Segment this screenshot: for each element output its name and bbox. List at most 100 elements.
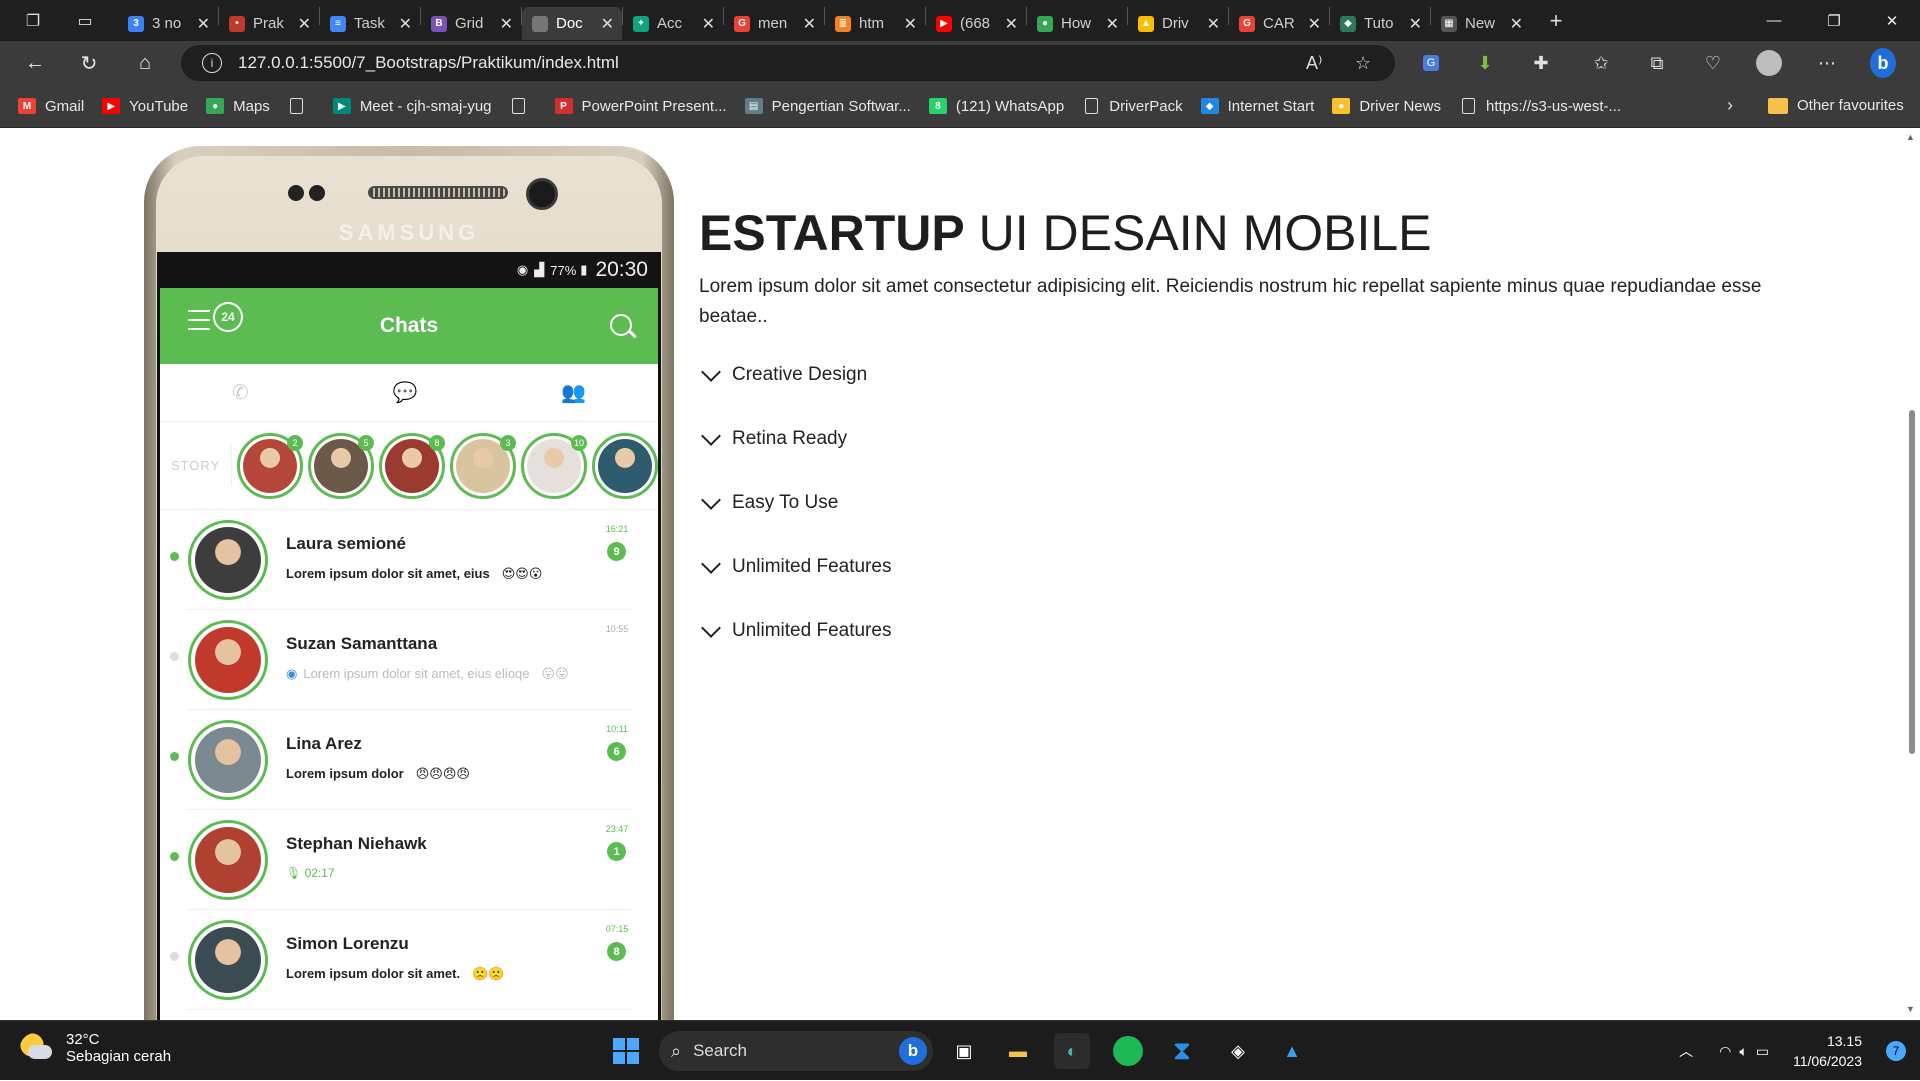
new-tab-button[interactable]: +: [1543, 8, 1569, 34]
back-button[interactable]: ←: [20, 49, 50, 77]
bookmark-item[interactable]: ▶ Meet - cjh-smaj-yug: [332, 98, 492, 115]
close-tab-icon[interactable]: ✕: [298, 14, 311, 34]
battery-icon[interactable]: ▭: [1756, 1043, 1769, 1060]
close-tab-icon[interactable]: ✕: [1510, 14, 1523, 34]
bookmark-item[interactable]: ● Maps: [206, 98, 270, 115]
read-aloud-icon[interactable]: A⁾: [1306, 53, 1322, 74]
chat-item[interactable]: Stephan Niehawk 🎙︎ 02:17 23:47 1: [170, 810, 632, 910]
favorites-icon[interactable]: ✩: [1588, 50, 1614, 76]
tab-actions-icon[interactable]: ▭: [72, 8, 98, 34]
close-tab-icon[interactable]: ✕: [1005, 14, 1018, 34]
translate-icon[interactable]: G: [1418, 50, 1444, 76]
taskbar-search[interactable]: ⌕ Search b: [659, 1031, 933, 1071]
wifi-icon[interactable]: ◠: [1719, 1043, 1731, 1060]
home-button[interactable]: ⌂: [130, 49, 160, 77]
bookmark-item[interactable]: P PowerPoint Present...: [554, 98, 727, 115]
tab[interactable]: ◆ Tuto ✕: [1330, 7, 1430, 40]
chat-avatar[interactable]: [188, 520, 268, 600]
close-tab-icon[interactable]: ✕: [197, 14, 210, 34]
chat-item[interactable]: Lina Arez Lorem ipsum dolor 😠😠😠😠 10:11 6: [170, 710, 632, 810]
bookmark-item[interactable]: M Gmail: [18, 98, 84, 115]
bookmark-item[interactable]: https://s3-us-west-...: [1459, 98, 1621, 115]
accordion-item[interactable]: Creative Design: [699, 362, 867, 386]
chat-avatar[interactable]: [188, 720, 268, 800]
tab[interactable]: B Grid ✕: [421, 7, 521, 40]
close-tab-icon[interactable]: ✕: [702, 14, 715, 34]
accordion-item[interactable]: Retina Ready: [699, 426, 847, 450]
close-tab-icon[interactable]: ✕: [1207, 14, 1220, 34]
chat-item[interactable]: Suzan Samanttana ◉ Lorem ipsum dolor sit a…: [170, 610, 632, 710]
accordion-item[interactable]: Unlimited Features: [699, 618, 891, 642]
tab[interactable]: ● How ✕: [1027, 7, 1127, 40]
extensions-icon[interactable]: ✚: [1528, 50, 1554, 76]
close-tab-icon[interactable]: ✕: [500, 14, 513, 34]
tab[interactable]: ✦ Acc ✕: [623, 7, 723, 40]
scroll-down-icon[interactable]: ▼: [1906, 1004, 1915, 1014]
close-tab-icon[interactable]: ✕: [904, 14, 917, 34]
scroll-thumb[interactable]: [1909, 410, 1915, 754]
contacts-tab-icon[interactable]: 👥: [561, 380, 586, 405]
story-avatar[interactable]: 2: [237, 432, 303, 499]
accordion-item[interactable]: Easy To Use: [699, 490, 838, 514]
story-avatar[interactable]: 8: [379, 432, 445, 499]
site-info-icon[interactable]: i: [202, 53, 222, 73]
notification-badge[interactable]: 7: [1886, 1041, 1906, 1061]
tab[interactable]: G CAR ✕: [1229, 7, 1329, 40]
tab[interactable]: Doc ✕: [522, 7, 622, 40]
tab[interactable]: 3 3 no ✕: [118, 7, 218, 40]
performance-icon[interactable]: ♡: [1700, 50, 1726, 76]
edge-icon[interactable]: ◐: [1054, 1033, 1090, 1069]
favorite-star-icon[interactable]: ☆: [1355, 53, 1371, 74]
phone-tab-icon[interactable]: ✆: [232, 380, 249, 405]
bing-chat-icon[interactable]: b: [1870, 48, 1896, 78]
close-tab-icon[interactable]: ✕: [399, 14, 412, 34]
chat-bubble-tab-icon[interactable]: 💬: [392, 380, 417, 405]
tray-chevron-icon[interactable]: ︿: [1679, 1041, 1693, 1061]
story-avatar[interactable]: 5: [308, 432, 374, 499]
close-tab-icon[interactable]: ✕: [1409, 14, 1422, 34]
close-tab-icon[interactable]: ✕: [1106, 14, 1119, 34]
bookmark-item[interactable]: [510, 98, 537, 114]
chat-avatar[interactable]: [188, 820, 268, 900]
collections-icon[interactable]: ⧉: [1644, 50, 1670, 76]
bookmark-item[interactable]: [288, 98, 315, 114]
search-icon[interactable]: [610, 314, 632, 336]
story-avatar[interactable]: [592, 432, 658, 499]
bookmark-item[interactable]: DriverPack: [1082, 98, 1183, 115]
weather-widget[interactable]: 32°C Sebagian cerah: [20, 1031, 171, 1065]
start-icon[interactable]: [608, 1033, 644, 1069]
story-avatar[interactable]: 10: [521, 432, 587, 499]
accordion-item[interactable]: Unlimited Features: [699, 554, 891, 578]
tab[interactable]: ≡ Task ✕: [320, 7, 420, 40]
more-menu-icon[interactable]: ⋯: [1814, 50, 1840, 76]
spotify-icon[interactable]: [1110, 1033, 1146, 1069]
address-url[interactable]: 127.0.0.1:5500/7_Bootstraps/Praktikum/in…: [238, 53, 619, 73]
chat-item[interactable]: Simon Lorenzu Lorem ipsum dolor sit amet.…: [170, 910, 632, 1010]
chat-avatar[interactable]: [188, 620, 268, 700]
tab[interactable]: ▦ New ✕: [1431, 7, 1531, 40]
photos-icon[interactable]: ▲: [1274, 1033, 1310, 1069]
tab[interactable]: ▶ (668 ✕: [926, 7, 1026, 40]
other-favourites[interactable]: Other favourites: [1768, 97, 1904, 114]
more-bookmarks-chevron-icon[interactable]: ›: [1727, 95, 1733, 116]
refresh-button[interactable]: ↻: [74, 49, 104, 77]
bookmark-item[interactable]: ▶ YouTube: [102, 98, 188, 115]
task-view-icon[interactable]: ▣: [946, 1033, 982, 1069]
close-window-button[interactable]: ✕: [1864, 0, 1920, 41]
menu-icon[interactable]: [188, 310, 210, 330]
address-bar[interactable]: i 127.0.0.1:5500/7_Bootstraps/Praktikum/…: [181, 45, 1395, 81]
workspaces-icon[interactable]: ❐: [20, 8, 46, 34]
tab[interactable]: Gmen ✕: [724, 7, 824, 40]
vscode-icon[interactable]: ⧗: [1164, 1033, 1200, 1069]
chat-item[interactable]: Laura semioné Lorem ipsum dolor sit amet,…: [170, 510, 632, 610]
page-scrollbar[interactable]: ▲ ▼: [1902, 128, 1920, 1020]
bookmark-item[interactable]: 8 (121) WhatsApp: [928, 98, 1064, 115]
profile-avatar[interactable]: [1756, 50, 1782, 76]
story-avatar[interactable]: 3: [450, 432, 516, 499]
bookmark-item[interactable]: ● Driver News: [1332, 98, 1441, 115]
bookmark-item[interactable]: ▤ Pengertian Softwar...: [744, 98, 911, 115]
volume-icon[interactable]: 🔈︎: [1739, 1043, 1747, 1060]
file-explorer-icon[interactable]: ▬: [1000, 1033, 1036, 1069]
chat-avatar[interactable]: [188, 920, 268, 1000]
restore-button[interactable]: ❐: [1806, 0, 1862, 41]
